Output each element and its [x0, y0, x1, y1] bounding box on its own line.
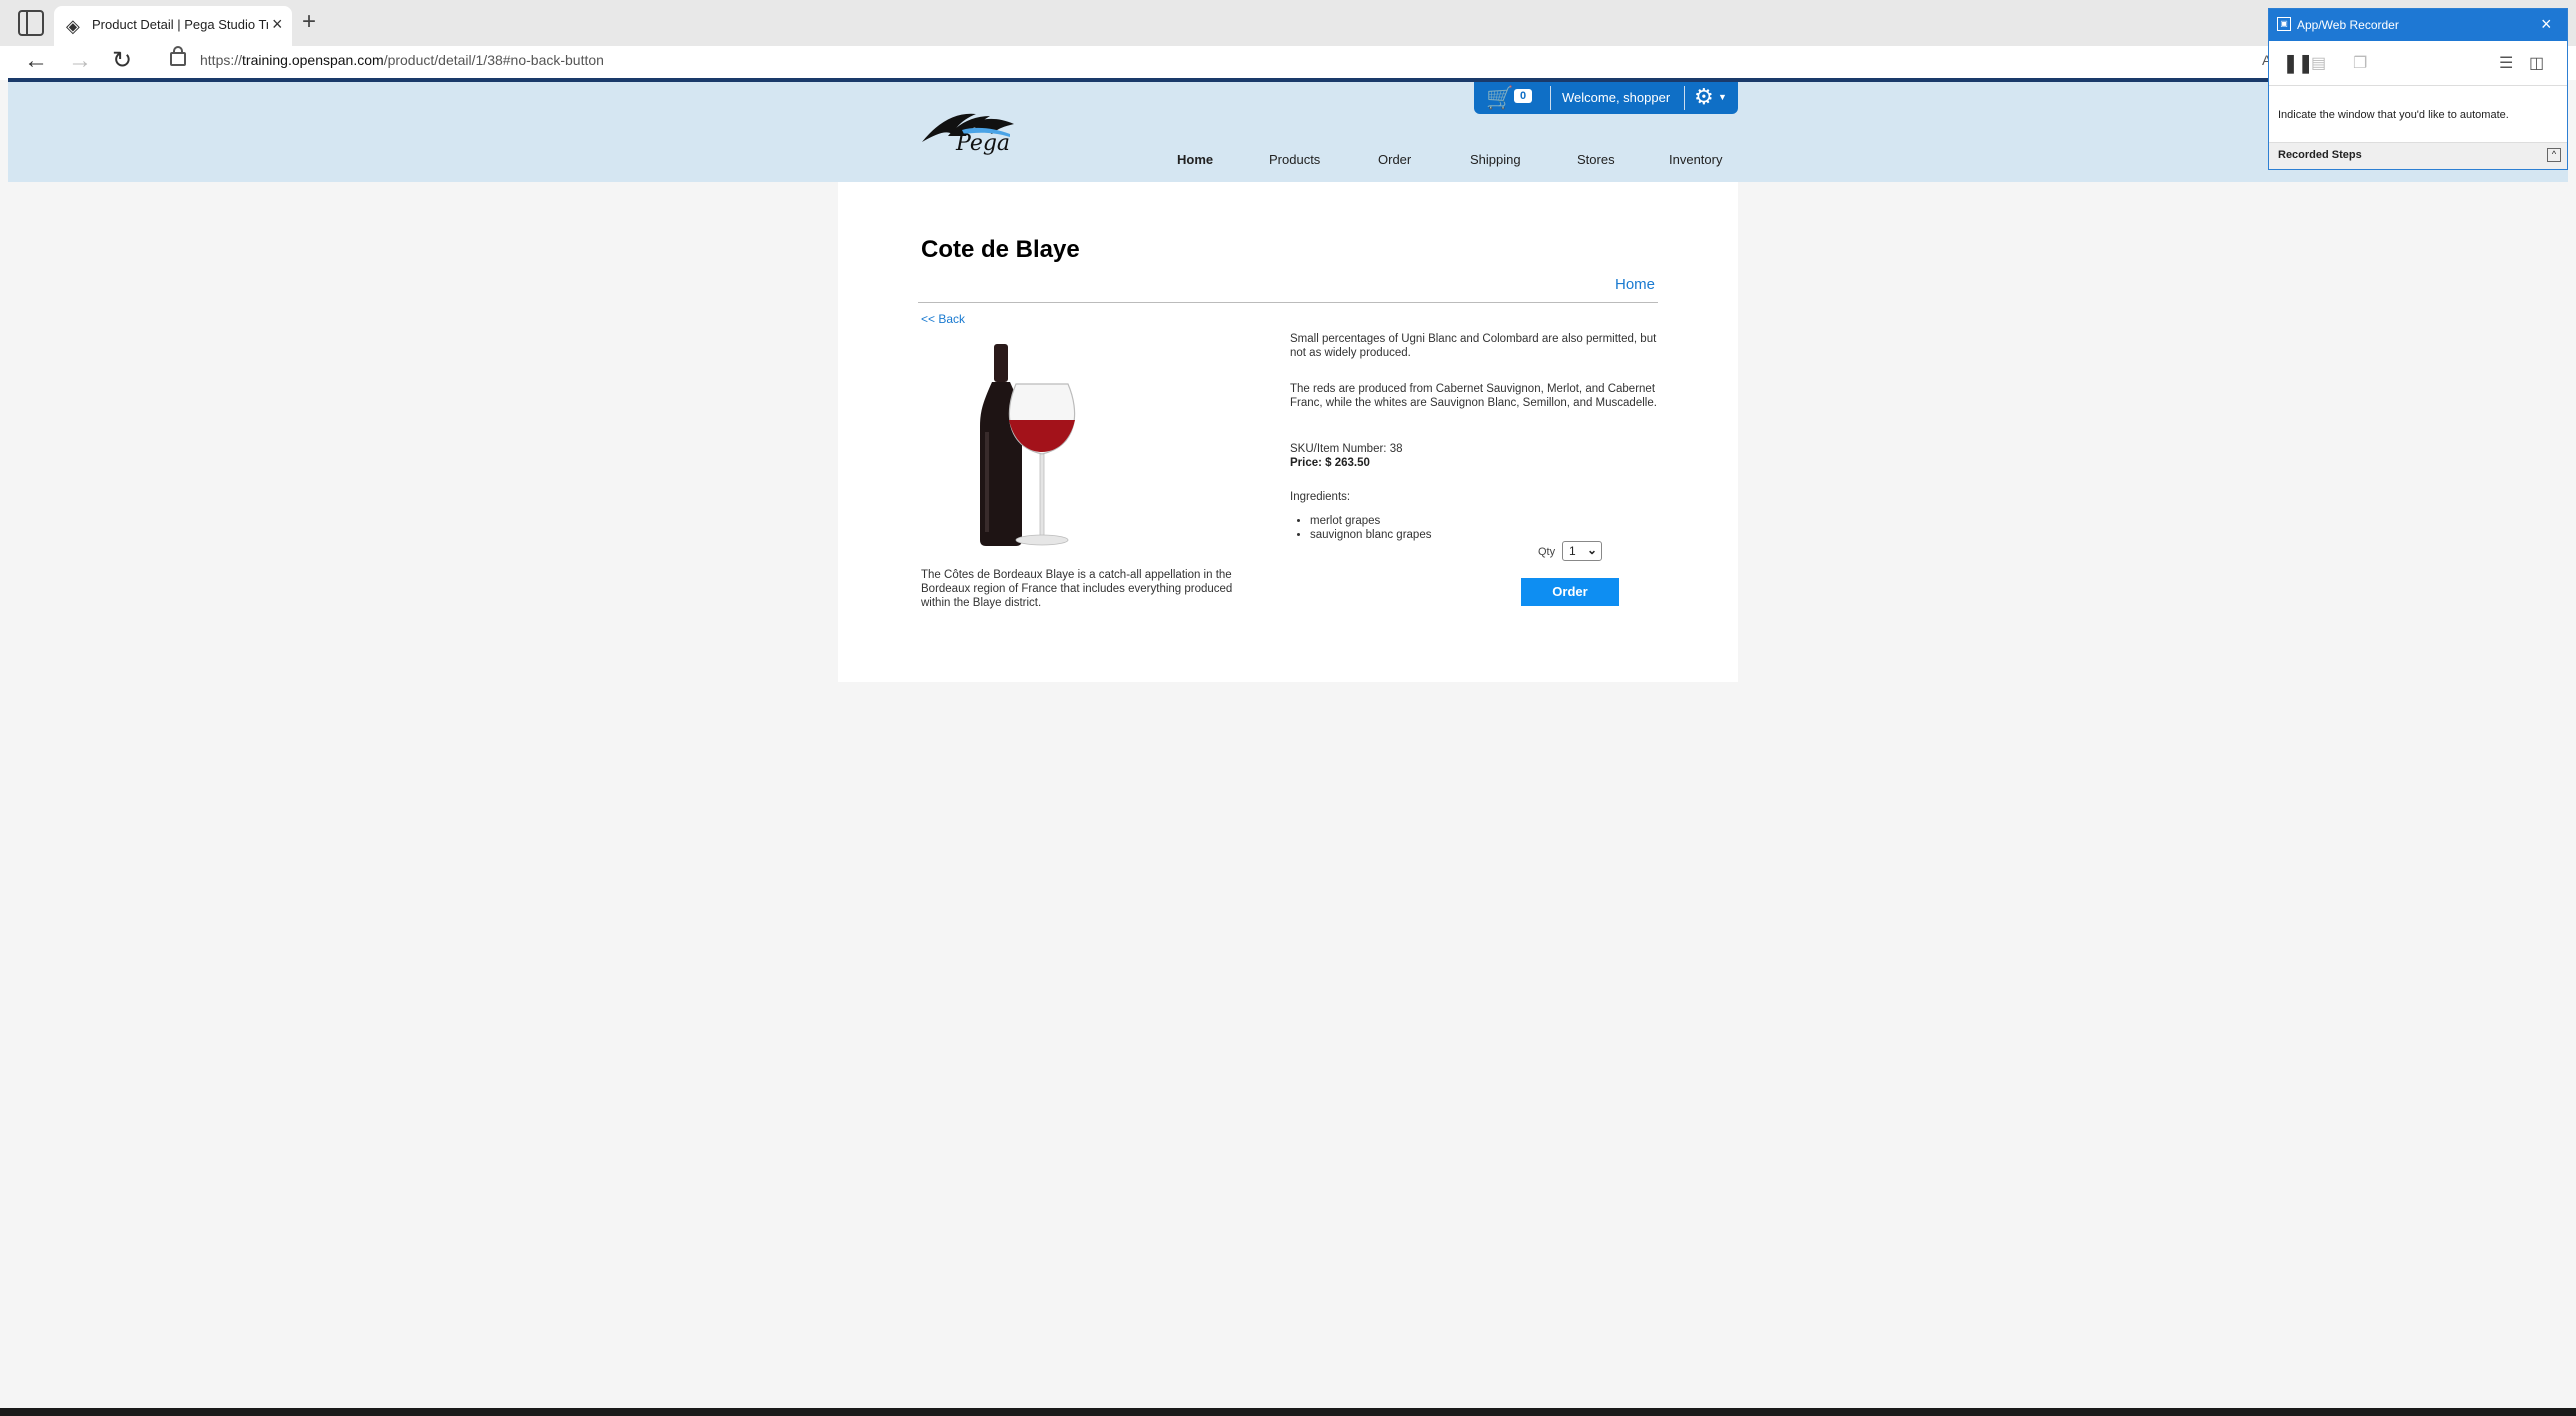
user-bar-divider	[1550, 86, 1551, 110]
pega-favicon: ◈	[66, 16, 80, 36]
product-detail-panel: Cote de Blaye Home << Back The Côtes de …	[838, 182, 1738, 682]
recorder-divider	[2269, 85, 2567, 86]
taskbar	[0, 1408, 2576, 1416]
reload-icon[interactable]: ↻	[112, 46, 132, 75]
sidebar-icon[interactable]	[18, 10, 44, 36]
chevron-down-icon[interactable]: ▼	[1718, 92, 1727, 102]
nav-shipping[interactable]: Shipping	[1470, 152, 1521, 167]
site-header	[8, 82, 2568, 182]
page-title: Cote de Blaye	[921, 236, 1080, 263]
product-price: Price: $ 263.50	[1290, 457, 1370, 469]
welcome-text: Welcome, shopper	[1562, 90, 1671, 105]
recorder-titlebar: ▣ App/Web Recorder ×	[2269, 9, 2567, 41]
cart-icon[interactable]: 🛒	[1486, 85, 1513, 111]
tab-strip: ◈ Product Detail | Pega Studio Training …	[0, 0, 2576, 46]
nav-order[interactable]: Order	[1378, 152, 1411, 167]
url-host: training.openspan.com	[242, 52, 384, 68]
address-bar[interactable]: https://training.openspan.com/product/de…	[200, 52, 604, 68]
logo-text: Pega	[956, 131, 1011, 156]
chevron-up-icon[interactable]: ^	[2547, 148, 2561, 162]
nav-inventory[interactable]: Inventory	[1669, 152, 1722, 167]
browser-toolbar: ← → ↻ https://training.openspan.com/prod…	[0, 46, 2576, 80]
forward-arrow-icon[interactable]: →	[68, 47, 92, 75]
chevron-down-icon: ⌄	[1587, 543, 1598, 557]
ingredients-label: Ingredients:	[1290, 491, 1351, 503]
qty-label: Qty	[1538, 546, 1556, 558]
url-path: /product/detail/1/38#no-back-button	[383, 52, 604, 68]
nav-stores[interactable]: Stores	[1577, 152, 1615, 167]
pause-icon[interactable]: ❚❚	[2283, 53, 2313, 74]
plus-icon[interactable]: +	[302, 8, 316, 36]
ingredients-list: merlot grapes sauvignon blanc grapes	[1290, 514, 1431, 542]
url-prefix: https://	[200, 52, 243, 68]
back-link[interactable]: << Back	[921, 312, 965, 326]
user-bar-divider	[1684, 86, 1685, 110]
save-icon[interactable]: ▤	[2311, 53, 2326, 73]
recorded-steps-header[interactable]: Recorded Steps ^	[2269, 142, 2567, 169]
back-arrow-icon[interactable]: ←	[24, 47, 48, 75]
wine-bottle-image	[980, 344, 1076, 546]
home-link[interactable]: Home	[1615, 276, 1655, 293]
order-button[interactable]: Order	[1521, 578, 1619, 606]
gear-icon[interactable]: ⚙	[1694, 84, 1714, 110]
recorded-steps-label: Recorded Steps	[2278, 149, 2362, 161]
title-divider	[918, 302, 1658, 303]
product-description-left: The Côtes de Bordeaux Blaye is a catch-a…	[921, 569, 1233, 609]
cart-count-badge: 0	[1514, 89, 1532, 103]
list-icon[interactable]: ☰	[2499, 53, 2513, 73]
product-description-2: The reds are produced from Cabernet Sauv…	[1290, 383, 1657, 409]
close-icon[interactable]: ×	[272, 14, 283, 35]
recorder-window: ▣ App/Web Recorder × ❚❚ ▤ ❐ ☰ ◫ Indicate…	[2268, 8, 2568, 170]
copy-icon[interactable]: ❐	[2353, 53, 2367, 73]
recorder-message: Indicate the window that you'd like to a…	[2278, 109, 2509, 121]
nav-home[interactable]: Home	[1177, 152, 1213, 167]
qty-value: 1	[1569, 544, 1576, 558]
list-item: merlot grapes	[1310, 514, 1431, 528]
list-item: sauvignon blanc grapes	[1310, 528, 1431, 542]
tab-title: Product Detail | Pega Studio Training	[92, 17, 268, 32]
nav-products[interactable]: Products	[1269, 152, 1320, 167]
browser-tab[interactable]: ◈ Product Detail | Pega Studio Training …	[54, 6, 292, 46]
user-bar: 🛒 0 Welcome, shopper ⚙ ▼	[1474, 82, 1738, 114]
lock-icon[interactable]	[170, 46, 186, 66]
recorder-app-icon: ▣	[2277, 17, 2291, 31]
recorder-title: App/Web Recorder	[2297, 18, 2399, 32]
qty-select[interactable]: 1 ⌄	[1562, 541, 1602, 561]
settings-icon[interactable]: ◫	[2529, 53, 2544, 73]
product-description-1: Small percentages of Ugni Blanc and Colo…	[1290, 333, 1657, 359]
close-icon[interactable]: ×	[2541, 14, 2552, 35]
sku-number: SKU/Item Number: 38	[1290, 443, 1403, 455]
